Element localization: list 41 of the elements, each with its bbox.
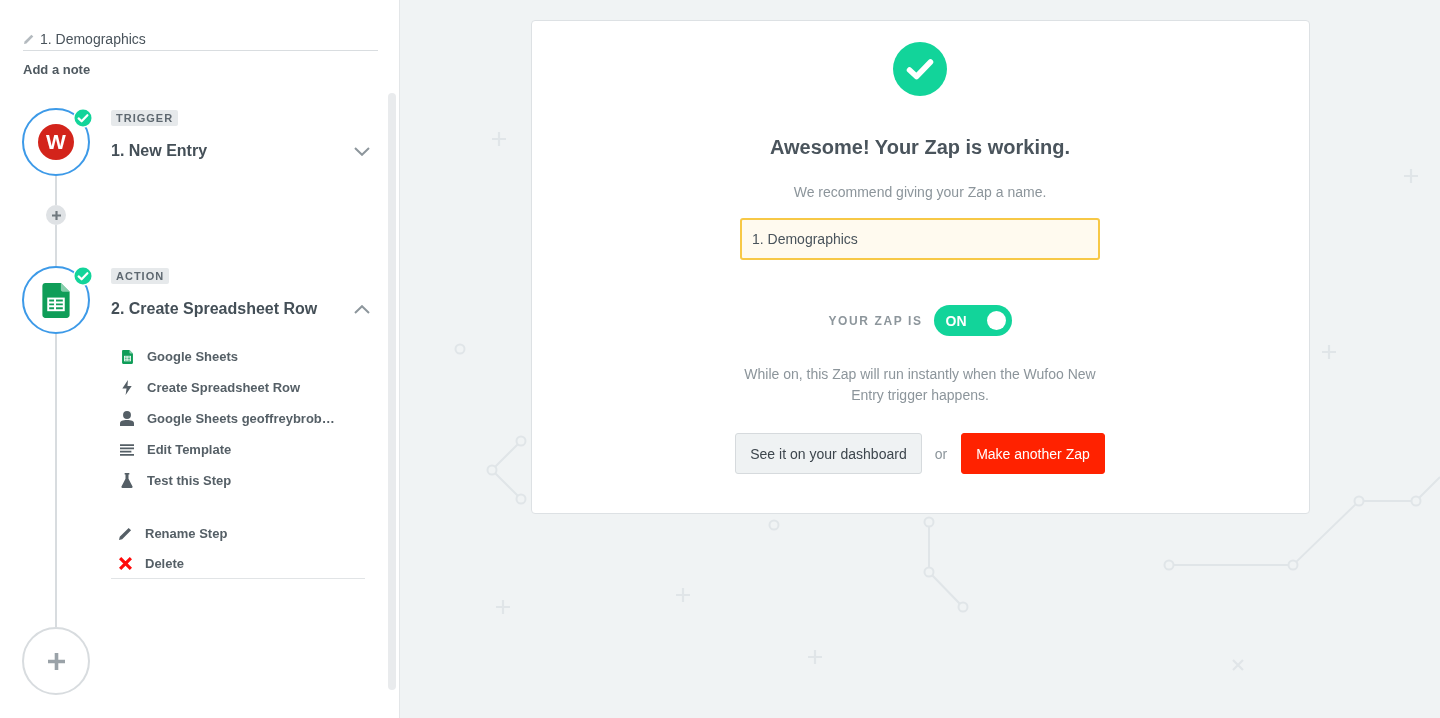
step-action-item[interactable]: Delete — [111, 548, 365, 578]
zap-status-label: YOUR ZAP IS — [828, 313, 923, 328]
status-description: While on, this Zap will run instantly when the Wufoo New Entry trigger happens. — [743, 365, 1097, 405]
spreadsheet-icon — [121, 349, 133, 364]
plus-icon — [47, 652, 65, 670]
pencil-icon — [24, 33, 34, 44]
step-menu-item[interactable]: Test this Step — [111, 465, 372, 496]
spreadsheet-icon — [42, 282, 70, 318]
zap-title-input[interactable]: 1. Demographics — [40, 30, 240, 47]
chevron-down-icon[interactable] — [354, 146, 370, 156]
step-menu-item[interactable]: Google Sheets — [111, 341, 372, 372]
dashboard-button[interactable]: See it on your dashboard — [735, 433, 922, 474]
step-type-tag: ACTION — [111, 268, 170, 284]
pencil-icon — [118, 526, 132, 540]
add-note-link[interactable]: Add a note — [23, 61, 91, 79]
step-node[interactable]: W — [22, 108, 90, 176]
name-prompt: We recommend giving your Zap a name. — [793, 183, 1047, 202]
cross-icon — [118, 556, 132, 570]
lightning-icon — [122, 380, 132, 395]
zap-name-input[interactable]: 1. Demographics — [740, 218, 1100, 260]
make-zap-button[interactable]: Make another Zap — [961, 433, 1105, 474]
success-heading: Awesome! Your Zap is working. — [769, 135, 1071, 160]
step-title[interactable]: 1. New Entry — [111, 140, 208, 162]
step-type-tag: TRIGGER — [111, 110, 179, 126]
plus-icon — [51, 210, 61, 220]
step-title[interactable]: 2. Create Spreadsheet Row — [111, 298, 318, 320]
step-menu-item[interactable]: Google Sheets geoffreybrob… — [111, 403, 372, 434]
user-icon — [120, 411, 134, 426]
step-menu-item[interactable]: Edit Template — [111, 434, 372, 465]
timeline-line — [55, 225, 57, 266]
toggle-knob — [986, 311, 1006, 330]
check-circle-icon — [893, 42, 947, 96]
or-separator: or — [934, 445, 948, 462]
step-action-item[interactable]: Rename Step — [111, 518, 365, 548]
lines-icon — [120, 443, 134, 456]
chevron-up-icon[interactable] — [354, 304, 370, 314]
insert-step-button[interactable] — [46, 205, 66, 225]
step-menu-item[interactable]: Create Spreadsheet Row — [111, 372, 372, 403]
timeline-line — [55, 176, 57, 205]
flask-icon — [121, 473, 133, 488]
app-logo: W — [38, 124, 74, 160]
